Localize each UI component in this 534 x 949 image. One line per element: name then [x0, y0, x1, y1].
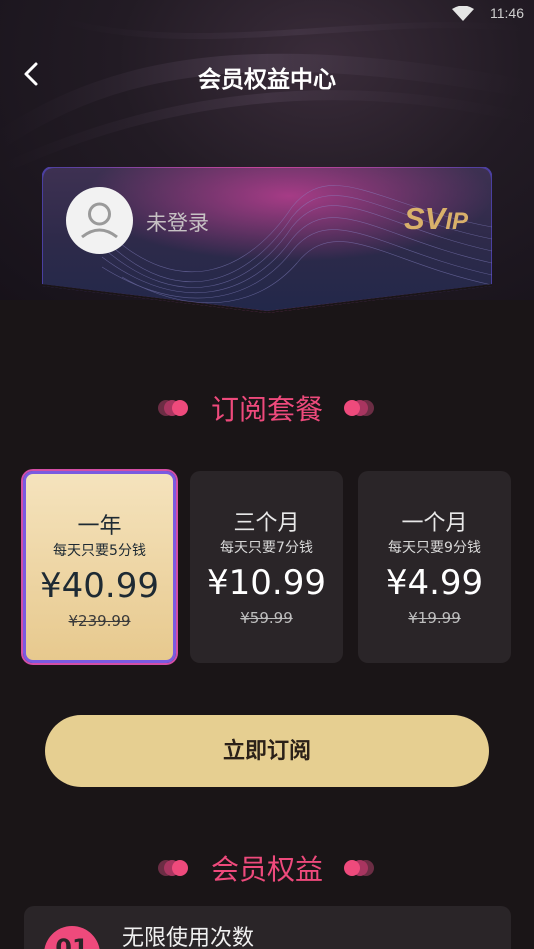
page-title: 会员权益中心: [198, 67, 336, 93]
subscribe-section-title: 订阅套餐: [210, 393, 323, 426]
plan-price: ¥10.99: [207, 563, 326, 603]
wifi-icon: [452, 6, 474, 21]
login-status[interactable]: 未登录: [146, 207, 209, 237]
plan-daily-price: 每天只要5分钱: [53, 543, 146, 559]
svip-badge-ip: IP: [445, 208, 468, 235]
subscribe-now-button[interactable]: 立即订阅: [45, 715, 489, 787]
vip-center-screen: 11:46 会员权益中心 未登录 SVIP 订阅套餐 一年 每天只要5分钱 ¥4…: [0, 0, 534, 949]
plan-card-monthly[interactable]: 一个月 每天只要9分钱 ¥4.99 ¥19.99: [358, 471, 511, 663]
plan-daily-price: 每天只要9分钱: [388, 540, 481, 556]
plan-card-yearly[interactable]: 一年 每天只要5分钱 ¥40.99 ¥239.99: [23, 471, 176, 663]
member-card: 未登录 SVIP: [42, 167, 492, 317]
plan-name: 一年: [77, 514, 122, 539]
benefit-number-badge: 01: [44, 926, 100, 949]
plan-name: 三个月: [233, 511, 300, 536]
benefits-section-title: 会员权益: [210, 853, 323, 886]
plan-price: ¥40.99: [40, 566, 159, 606]
decoration-dots-right: [344, 400, 374, 416]
plan-price: ¥4.99: [385, 563, 484, 603]
status-time: 11:46: [490, 5, 524, 21]
svip-badge-sv: SV: [403, 201, 446, 236]
benefit-item: 01 无限使用次数: [24, 906, 511, 949]
user-icon: [81, 202, 118, 239]
plan-original-price: ¥239.99: [68, 612, 131, 630]
plan-original-price: ¥19.99: [408, 609, 461, 627]
benefit-title: 无限使用次数: [122, 926, 255, 949]
svip-badge: SVIP: [404, 201, 468, 237]
navigation-bar: 会员权益中心: [0, 48, 534, 104]
decoration-dots-right: [344, 860, 374, 876]
avatar[interactable]: [66, 187, 133, 254]
subscribe-section-heading: 订阅套餐: [0, 388, 534, 428]
plan-daily-price: 每天只要7分钱: [220, 540, 313, 556]
benefits-section-heading: 会员权益: [0, 848, 534, 888]
plan-name: 一个月: [401, 511, 468, 536]
plan-original-price: ¥59.99: [240, 609, 293, 627]
plan-card-quarterly[interactable]: 三个月 每天只要7分钱 ¥10.99 ¥59.99: [190, 471, 343, 663]
status-bar: 11:46: [334, 0, 534, 28]
